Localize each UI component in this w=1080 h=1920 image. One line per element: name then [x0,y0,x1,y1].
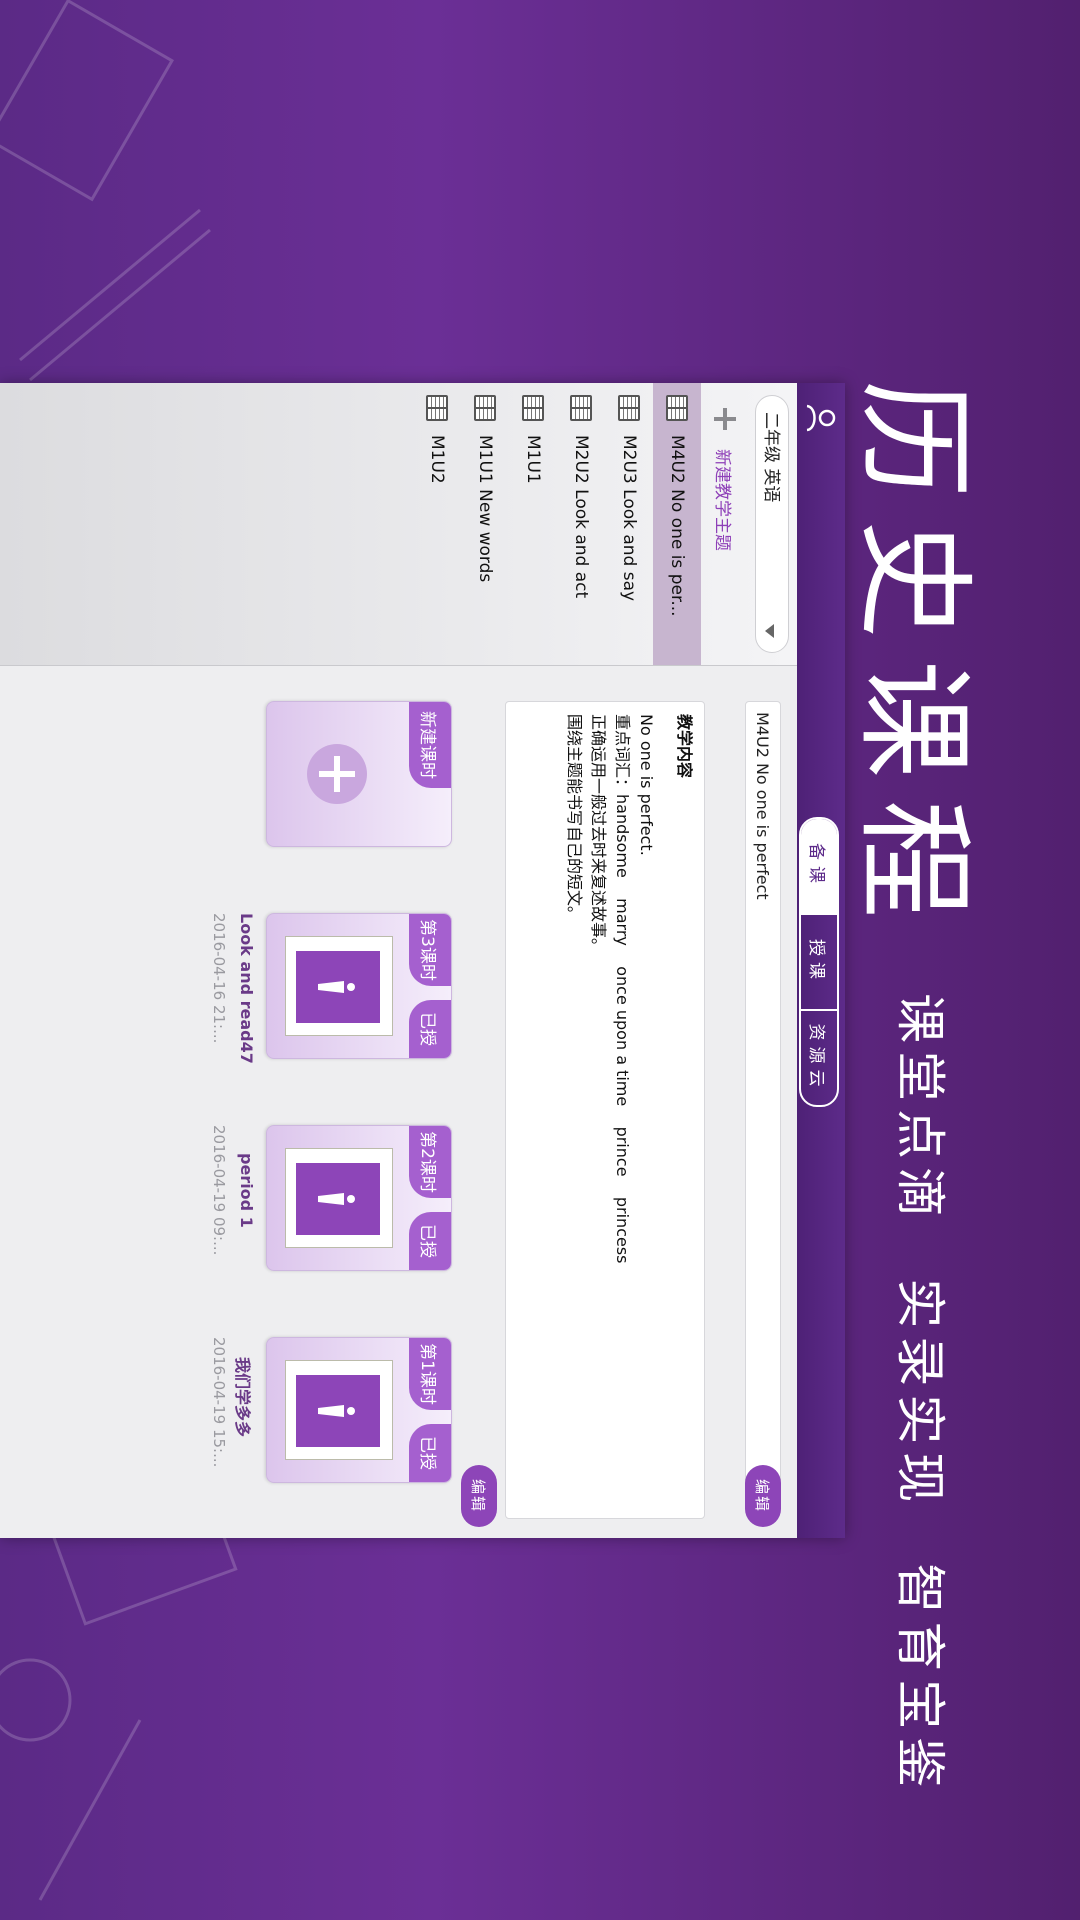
lesson-date: 2016-04-19 15:... [210,1337,228,1468]
sidebar-item-label: M2U2 Look and act [571,435,591,599]
sidebar-item-topic[interactable]: M1U1 [509,383,557,665]
slogan-1: 课堂点滴 [891,993,950,1226]
edit-topic-button[interactable]: 编辑 [745,1465,781,1527]
lesson-name: period 1 [237,1153,256,1228]
slogan-3: 智育宝鉴 [891,1563,950,1796]
lesson-cards: 新建课时 第3课时 已授 Look and read47 2016-04-16 … [210,701,452,1501]
slogan-2: 实录实现 [891,1278,950,1511]
rotated-stage: 历史课程 课堂点滴 实录实现 智育宝鉴 备课 授课 资源云 二年级 英语 新建教 [0,0,1080,1920]
lesson-period: 第2课时 [409,1126,451,1198]
teaching-content-line: 正确运用一般过去时来复述故事。 [589,714,608,955]
topic-list: M4U2 No one is per... M2U3 Look and say … [413,383,701,665]
teaching-content-line: No one is perfect. [637,714,656,856]
lesson-card[interactable]: 第1课时 已授 [266,1337,452,1483]
user-icon[interactable] [805,403,837,433]
plus-icon [713,407,737,431]
book-icon [618,395,640,421]
lesson-date: 2016-04-19 09:... [210,1125,228,1256]
lesson-name: Look and read47 [237,913,256,1064]
book-icon [666,395,688,421]
lesson-card[interactable]: 第3课时 已授 [266,913,452,1059]
new-topic-button[interactable]: 新建教学主题 [705,383,745,665]
lesson-thumbnail [285,1148,393,1248]
book-icon [522,395,544,421]
sidebar-item-topic[interactable]: M4U2 No one is per... [653,383,701,665]
add-icon [307,744,367,804]
edit-lessons-button[interactable]: 编辑 [461,1465,497,1527]
teaching-content-box: 教学内容 No one is perfect. 重点词汇：handsome ma… [505,701,705,1519]
app-header: 备课 授课 资源云 [797,383,845,1538]
lesson-thumbnail [285,1360,393,1460]
sidebar-item-topic[interactable]: M1U1 New words [461,383,509,665]
sidebar-item-label: M1U1 [523,435,543,484]
sidebar-item-label: M4U2 No one is per... [667,435,687,617]
teacher-icon [318,1193,355,1205]
new-lesson-card[interactable]: 新建课时 [266,701,452,847]
teacher-icon [318,1405,355,1417]
grade-select[interactable]: 二年级 英语 [755,395,789,653]
sidebar-item-label: M1U1 New words [475,435,495,583]
lesson-name: 我们学多多 [233,1357,252,1438]
book-icon [570,395,592,421]
headline: 历史课程 课堂点滴 实录实现 智育宝鉴 [839,380,1010,1795]
lesson-date: 2016-04-16 21:... [210,913,228,1044]
book-icon [426,395,448,421]
lesson-status: 已授 [409,1000,451,1058]
grade-select-value: 二年级 英语 [761,412,781,503]
topic-title-field[interactable]: M4U2 No one is perfect [745,701,781,1497]
teacher-icon [318,981,355,993]
sidebar-item-topic[interactable]: M2U2 Look and act [557,383,605,665]
teaching-content-line: 重点词汇：handsome marry once upon a time pri… [613,714,632,1264]
main-content: M4U2 No one is perfect 编辑 教学内容 No one is… [0,665,797,1538]
tab-teach[interactable]: 授课 [801,913,837,1009]
sidebar-item-topic[interactable]: M1U2 [413,383,461,665]
new-lesson-label: 新建课时 [409,702,451,788]
new-topic-label: 新建教学主题 [712,449,733,551]
chevron-down-icon [765,624,774,638]
lesson-status: 已授 [409,1424,451,1482]
teaching-content-line: 围绕主题能书写自己的短文。 [565,714,584,923]
lesson-period: 第1课时 [409,1338,451,1410]
lesson-period: 第3课时 [409,914,451,986]
teaching-content-heading: 教学内容 [675,714,694,779]
lesson-status: 已授 [409,1212,451,1270]
app-window: 备课 授课 资源云 二年级 英语 新建教学主题 M4U2 No one is p… [0,383,845,1538]
sidebar: 二年级 英语 新建教学主题 M4U2 No one is per... M2U3… [0,383,797,666]
sidebar-item-label: M1U2 [427,435,447,484]
tab-resource-cloud[interactable]: 资源云 [801,1009,837,1105]
mode-tabs: 备课 授课 资源云 [799,817,839,1107]
sidebar-item-label: M2U3 Look and say [619,435,639,602]
sidebar-item-topic[interactable]: M2U3 Look and say [605,383,653,665]
lesson-thumbnail [285,936,393,1036]
lesson-card[interactable]: 第2课时 已授 [266,1125,452,1271]
book-icon [474,395,496,421]
headline-title: 历史课程 [845,380,983,941]
tab-prepare[interactable]: 备课 [801,819,837,913]
